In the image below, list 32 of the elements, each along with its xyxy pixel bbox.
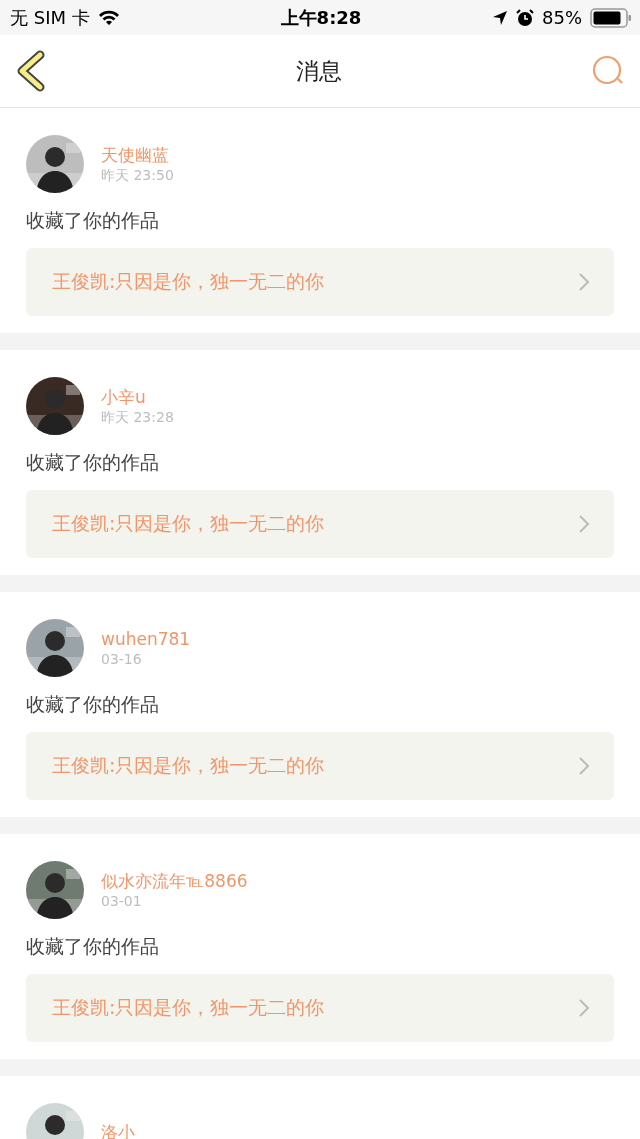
- location-icon: [492, 9, 508, 26]
- work-title: 王俊凯:只因是你，独一无二的你: [52, 753, 325, 778]
- message-time: 03-01: [101, 892, 143, 910]
- message-text: 收藏了你的作品: [26, 208, 160, 233]
- user-name: 天使幽蓝: [101, 144, 170, 166]
- message-time: 03-16: [101, 650, 143, 668]
- user-name: 似水亦流年℡8866: [101, 870, 248, 892]
- work-link[interactable]: 王俊凯:只因是你，独一无二的你: [26, 248, 614, 316]
- battery-icon: [590, 7, 632, 28]
- message-text: 收藏了你的作品: [26, 692, 160, 717]
- work-link[interactable]: 王俊凯:只因是你，独一无二的你: [26, 974, 614, 1042]
- battery-percent: 85%: [542, 7, 582, 28]
- chevron-right-icon: [578, 272, 590, 292]
- chevron-right-icon: [578, 514, 590, 534]
- page-title: 消息: [296, 56, 342, 86]
- user-name: 小辛u: [101, 386, 147, 408]
- user-name: wuhen781: [101, 628, 191, 650]
- work-title: 王俊凯:只因是你，独一无二的你: [52, 995, 325, 1020]
- message-text: 收藏了你的作品: [26, 934, 160, 959]
- message-time: 昨天 23:28: [101, 408, 174, 426]
- chevron-right-icon: [578, 998, 590, 1018]
- work-title: 王俊凯:只因是你，独一无二的你: [52, 269, 325, 294]
- work-title: 王俊凯:只因是你，独一无二的你: [52, 511, 325, 536]
- wifi-icon: [97, 9, 120, 26]
- message-time: 昨天 23:50: [101, 166, 174, 184]
- work-link[interactable]: 王俊凯:只因是你，独一无二的你: [26, 490, 614, 558]
- chevron-right-icon: [578, 756, 590, 776]
- carrier-text: 无 SIM 卡: [10, 5, 90, 30]
- clock-text: 上午8:28: [280, 5, 362, 30]
- message-text: 收藏了你的作品: [26, 450, 160, 475]
- alarm-icon: [516, 8, 534, 27]
- work-link[interactable]: 王俊凯:只因是你，独一无二的你: [26, 732, 614, 800]
